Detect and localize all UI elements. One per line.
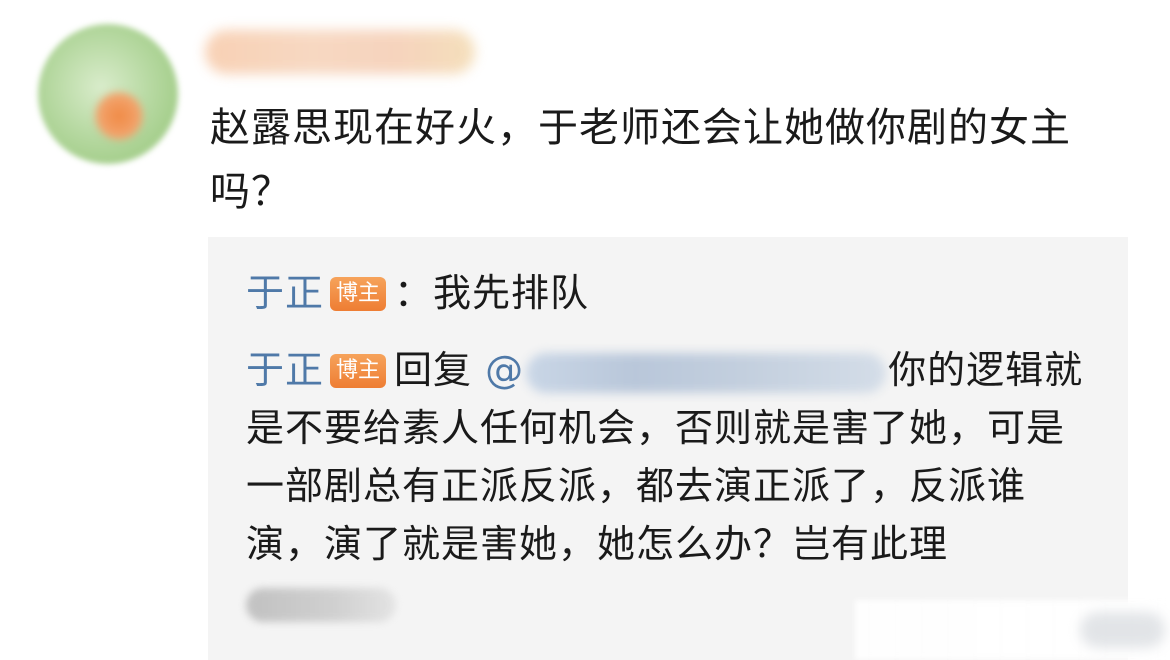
blogger-badge: 博主 — [330, 354, 387, 388]
reply-author-link[interactable]: 于正 — [246, 348, 324, 392]
mention-obscured[interactable] — [526, 352, 887, 393]
comment-text: 赵露思现在好火，于老师还会让她做你剧的女主吗？ — [210, 105, 1071, 215]
blogger-badge: 博主 — [330, 277, 387, 311]
reply-item: 于正 博主 ：我先排队 — [246, 267, 589, 319]
replies-box: 于正 博主 ：我先排队 于正 博主 回复 @ 你的逻辑就是不要给素人任何机会，否则就是害了… — [208, 237, 1128, 660]
mention-symbol[interactable]: @ — [485, 348, 524, 392]
weibo-comment-screenshot: 赵露思现在好火，于老师还会让她做你剧的女主吗？ 于正 博主 ：我先排队 于正 博主 回复… — [0, 0, 1170, 660]
avatar-figure — [95, 92, 143, 140]
reply-separator: ： — [394, 271, 434, 315]
reply-author-link[interactable]: 于正 — [246, 271, 324, 315]
obscured-text — [246, 587, 396, 622]
reply-item: 于正 博主 回复 @ 你的逻辑就是不要给素人任何机会，否则就是害了她，可是一部剧总有正… — [246, 341, 1086, 631]
username-obscured[interactable] — [205, 30, 475, 74]
reply-text: 我先排队 — [433, 271, 590, 315]
reply-prefix: 回复 — [394, 348, 473, 392]
watermark-smudge — [1080, 612, 1165, 648]
